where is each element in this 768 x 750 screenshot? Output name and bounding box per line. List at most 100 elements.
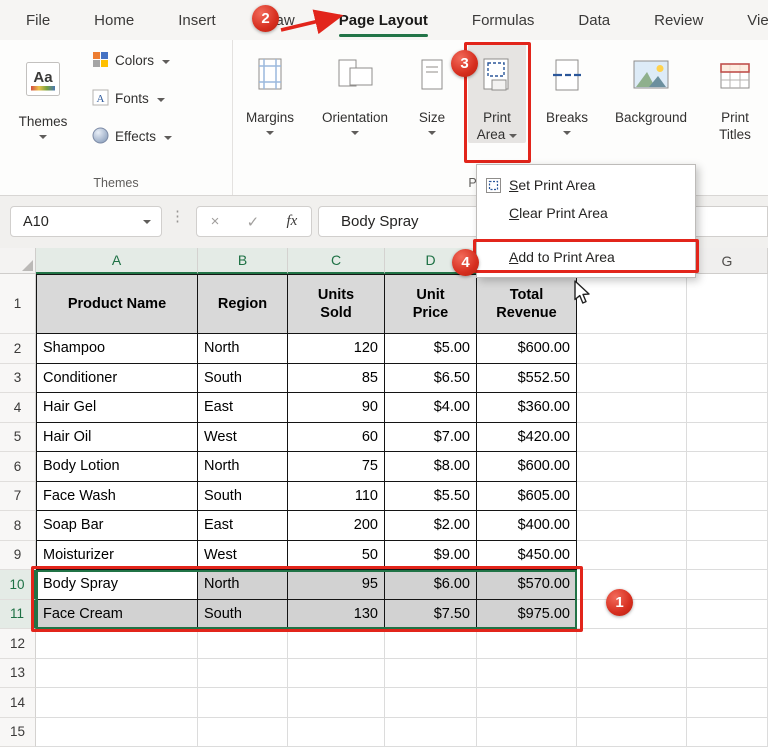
cell-B7[interactable]: South (198, 482, 288, 512)
tab-data[interactable]: Data (568, 0, 620, 40)
cell-D6[interactable]: $8.00 (385, 452, 477, 482)
menu-item-clear-print-area[interactable]: Clear Print Area (477, 199, 695, 227)
row-header-12[interactable]: 12 (0, 629, 36, 659)
cell-F4[interactable] (577, 393, 687, 423)
cell-D13[interactable] (385, 659, 477, 689)
row-header-8[interactable]: 8 (0, 511, 36, 541)
row-header-10[interactable]: 10 (0, 570, 36, 600)
ribbon-button-size[interactable]: Size (410, 44, 454, 135)
ribbon-button-orientation[interactable]: Orientation (314, 44, 396, 135)
cell-G3[interactable] (687, 364, 768, 394)
cell-G13[interactable] (687, 659, 768, 689)
cell-D4[interactable]: $4.00 (385, 393, 477, 423)
cell-F14[interactable] (577, 688, 687, 718)
ribbon-button-background[interactable]: Background (608, 44, 694, 126)
tab-view[interactable]: View (737, 0, 768, 40)
menu-item-set-print-area[interactable]: Set Print Area (477, 171, 695, 199)
cell-G6[interactable] (687, 452, 768, 482)
ribbon-button-themes[interactable]: Aa Themes (12, 48, 74, 139)
cell-B3[interactable]: South (198, 364, 288, 394)
cell-A1[interactable]: Product Name (36, 274, 198, 334)
cell-B5[interactable]: West (198, 423, 288, 453)
cell-B11[interactable]: South (198, 600, 288, 630)
cell-F6[interactable] (577, 452, 687, 482)
column-header-g[interactable]: G (687, 248, 768, 274)
cell-D2[interactable]: $5.00 (385, 334, 477, 364)
insert-function-icon[interactable]: fx (287, 213, 298, 230)
ribbon-button-effects[interactable]: Effects (92, 128, 172, 145)
enter-icon[interactable]: ✓ (247, 213, 260, 231)
cell-C2[interactable]: 120 (288, 334, 385, 364)
cell-F13[interactable] (577, 659, 687, 689)
cell-B14[interactable] (198, 688, 288, 718)
cell-A8[interactable]: Soap Bar (36, 511, 198, 541)
cell-C7[interactable]: 110 (288, 482, 385, 512)
select-all-corner[interactable] (0, 248, 36, 274)
cell-B4[interactable]: East (198, 393, 288, 423)
cell-G1[interactable] (687, 274, 768, 334)
cell-E8[interactable]: $400.00 (477, 511, 577, 541)
cell-E7[interactable]: $605.00 (477, 482, 577, 512)
cell-C1[interactable]: Units Sold (288, 274, 385, 334)
cell-C4[interactable]: 90 (288, 393, 385, 423)
cell-A3[interactable]: Conditioner (36, 364, 198, 394)
cell-G12[interactable] (687, 629, 768, 659)
ribbon-button-breaks[interactable]: Breaks (540, 44, 594, 135)
cell-E4[interactable]: $360.00 (477, 393, 577, 423)
cell-D5[interactable]: $7.00 (385, 423, 477, 453)
cell-E13[interactable] (477, 659, 577, 689)
menu-item-add-to-print-area[interactable]: Add to Print Area (477, 243, 695, 271)
cell-C14[interactable] (288, 688, 385, 718)
row-header-11[interactable]: 11 (0, 600, 36, 630)
cell-F5[interactable] (577, 423, 687, 453)
cell-E11[interactable]: $975.00 (477, 600, 577, 630)
cell-D9[interactable]: $9.00 (385, 541, 477, 571)
row-header-15[interactable]: 15 (0, 718, 36, 748)
cell-C15[interactable] (288, 718, 385, 748)
cell-E12[interactable] (477, 629, 577, 659)
ribbon-button-fonts[interactable]: A Fonts (92, 90, 172, 107)
cell-C9[interactable]: 50 (288, 541, 385, 571)
cell-D3[interactable]: $6.50 (385, 364, 477, 394)
cell-B2[interactable]: North (198, 334, 288, 364)
cell-A4[interactable]: Hair Gel (36, 393, 198, 423)
row-header-6[interactable]: 6 (0, 452, 36, 482)
row-header-2[interactable]: 2 (0, 334, 36, 364)
cell-E15[interactable] (477, 718, 577, 748)
cell-G10[interactable] (687, 570, 768, 600)
cell-B15[interactable] (198, 718, 288, 748)
cell-B13[interactable] (198, 659, 288, 689)
cell-G15[interactable] (687, 718, 768, 748)
cell-C8[interactable]: 200 (288, 511, 385, 541)
cell-D15[interactable] (385, 718, 477, 748)
cell-F12[interactable] (577, 629, 687, 659)
cell-F9[interactable] (577, 541, 687, 571)
cell-G14[interactable] (687, 688, 768, 718)
cell-C13[interactable] (288, 659, 385, 689)
cell-F3[interactable] (577, 364, 687, 394)
row-header-1[interactable]: 1 (0, 274, 36, 334)
row-header-3[interactable]: 3 (0, 364, 36, 394)
tab-insert[interactable]: Insert (168, 0, 226, 40)
cell-D11[interactable]: $7.50 (385, 600, 477, 630)
cell-A11[interactable]: Face Cream (36, 600, 198, 630)
cell-E2[interactable]: $600.00 (477, 334, 577, 364)
name-box[interactable]: A10 (10, 206, 162, 237)
row-header-13[interactable]: 13 (0, 659, 36, 689)
tab-review[interactable]: Review (644, 0, 713, 40)
cell-C3[interactable]: 85 (288, 364, 385, 394)
cell-F2[interactable] (577, 334, 687, 364)
cell-E10[interactable]: $570.00 (477, 570, 577, 600)
cancel-icon[interactable]: × (211, 213, 220, 230)
row-header-5[interactable]: 5 (0, 423, 36, 453)
cell-F7[interactable] (577, 482, 687, 512)
row-header-4[interactable]: 4 (0, 393, 36, 423)
ribbon-button-print-titles[interactable]: PrintTitles (708, 44, 762, 143)
cell-A9[interactable]: Moisturizer (36, 541, 198, 571)
tab-file[interactable]: File (16, 0, 60, 40)
row-header-14[interactable]: 14 (0, 688, 36, 718)
cell-G2[interactable] (687, 334, 768, 364)
cell-G9[interactable] (687, 541, 768, 571)
cell-B9[interactable]: West (198, 541, 288, 571)
cell-G4[interactable] (687, 393, 768, 423)
